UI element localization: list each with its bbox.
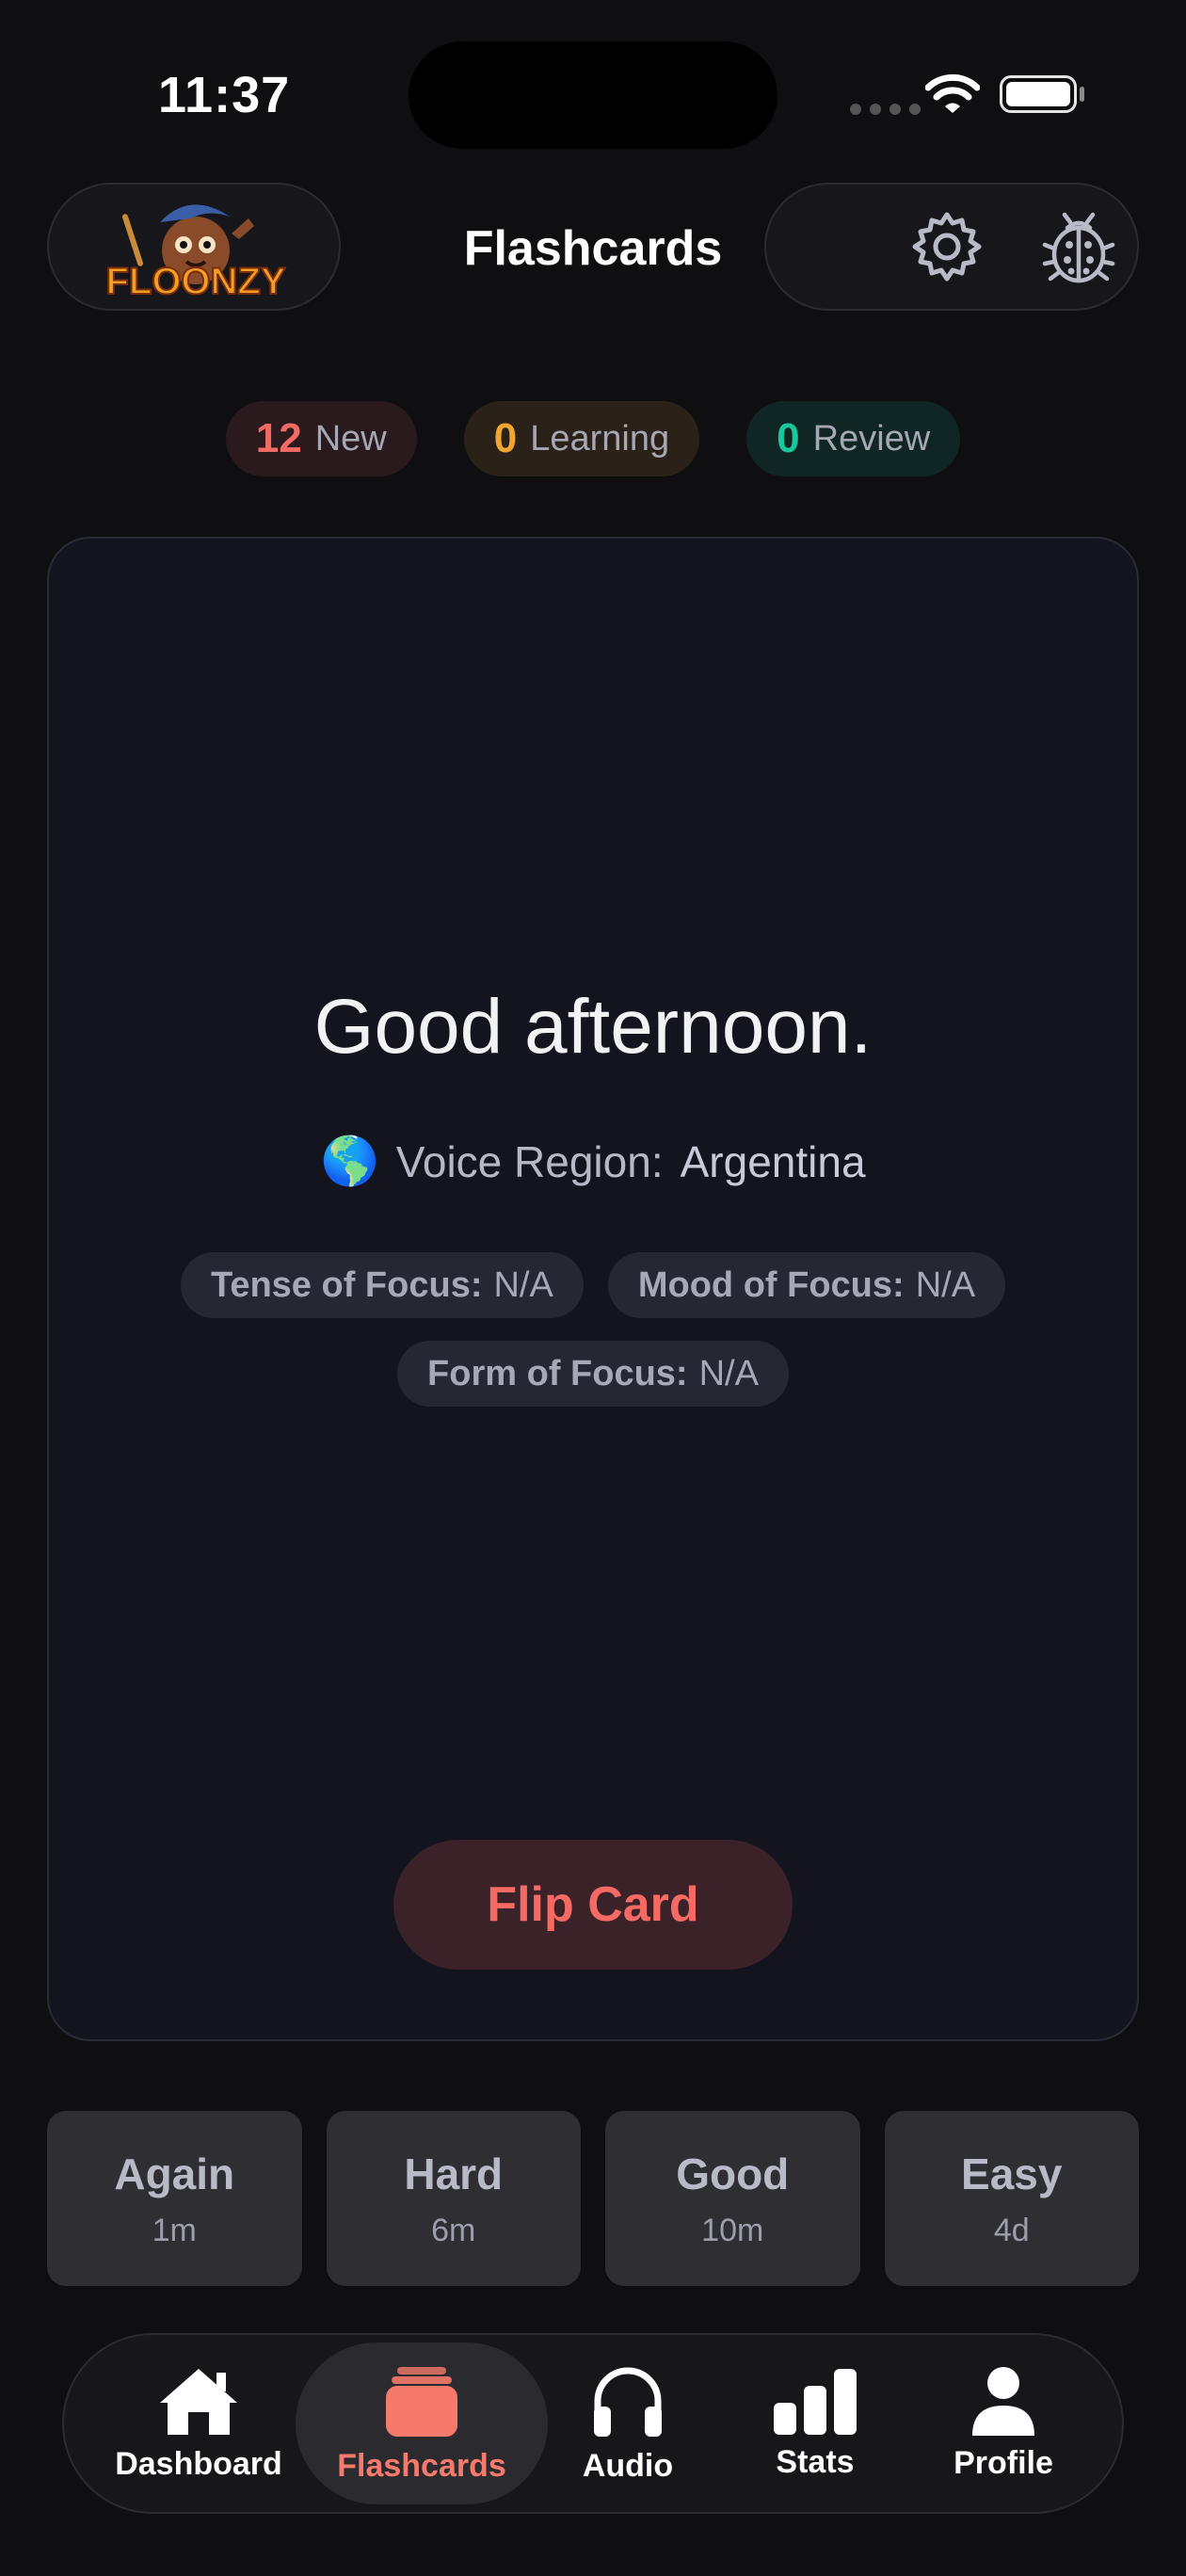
cards-icon bbox=[386, 2366, 457, 2437]
voice-region-value: Argentina bbox=[680, 1136, 866, 1186]
headphones-icon bbox=[594, 2367, 662, 2437]
easy-interval: 4d bbox=[993, 2212, 1030, 2248]
tab-flashcards-label: Flashcards bbox=[337, 2447, 506, 2484]
bar-chart-icon bbox=[774, 2368, 857, 2435]
tab-profile[interactable]: Profile bbox=[939, 2343, 1067, 2504]
focus-tags-row-2: Form of Focus: N/A bbox=[0, 1341, 1186, 1407]
report-bug-button[interactable] bbox=[1039, 207, 1118, 291]
tab-audio[interactable]: Audio bbox=[565, 2343, 691, 2504]
learning-count-badge: 0 Learning bbox=[463, 401, 700, 476]
hard-label: Hard bbox=[404, 2149, 504, 2198]
status-time: 11:37 bbox=[158, 67, 291, 123]
learning-count-label: Learning bbox=[530, 418, 670, 459]
wifi-icon bbox=[924, 73, 981, 120]
card-prompt: Good afternoon. bbox=[313, 984, 873, 1070]
gear-icon bbox=[912, 212, 982, 282]
flip-card-button[interactable]: Flip Card bbox=[393, 1840, 793, 1970]
tab-dashboard-label: Dashboard bbox=[115, 2445, 282, 2482]
voice-region[interactable]: 🌎 Voice Region: Argentina bbox=[0, 1134, 1186, 1189]
review-count-badge: 0 Review bbox=[746, 401, 961, 476]
tense-of-focus-value: N/A bbox=[493, 1264, 553, 1305]
grade-buttons: Again 1m Hard 6m Good 10m Easy 4d bbox=[47, 2111, 1139, 2286]
cellular-signal-icon bbox=[850, 104, 921, 115]
new-count-badge: 12 New bbox=[225, 401, 417, 476]
tab-flashcards[interactable]: Flashcards bbox=[296, 2343, 548, 2504]
battery-icon bbox=[1000, 75, 1077, 113]
good-interval: 10m bbox=[701, 2212, 764, 2248]
new-count-value: 12 bbox=[255, 415, 302, 461]
tab-dashboard[interactable]: Dashboard bbox=[111, 2343, 286, 2504]
good-button[interactable]: Good 10m bbox=[605, 2111, 860, 2286]
settings-button[interactable] bbox=[909, 209, 985, 289]
easy-label: Easy bbox=[961, 2149, 1063, 2198]
tab-stats-label: Stats bbox=[776, 2443, 855, 2480]
easy-button[interactable]: Easy 4d bbox=[884, 2111, 1139, 2286]
voice-region-label: Voice Region: bbox=[395, 1136, 664, 1186]
again-interval: 1m bbox=[152, 2212, 197, 2248]
new-count-label: New bbox=[314, 418, 387, 459]
hard-interval: 6m bbox=[431, 2212, 476, 2248]
again-button[interactable]: Again 1m bbox=[47, 2111, 302, 2286]
tense-of-focus-tag: Tense of Focus: N/A bbox=[180, 1252, 584, 1318]
good-label: Good bbox=[676, 2149, 790, 2198]
tab-stats[interactable]: Stats bbox=[757, 2343, 873, 2504]
focus-tags-row-1: Tense of Focus: N/A Mood of Focus: N/A bbox=[0, 1252, 1186, 1318]
mood-of-focus-value: N/A bbox=[915, 1264, 976, 1305]
review-count-label: Review bbox=[812, 418, 931, 459]
learning-count-value: 0 bbox=[493, 415, 518, 461]
tab-profile-label: Profile bbox=[954, 2444, 1053, 2481]
form-of-focus-value: N/A bbox=[698, 1353, 759, 1393]
home-icon bbox=[160, 2368, 237, 2435]
mood-of-focus-label: Mood of Focus: bbox=[637, 1264, 905, 1305]
ladybug-icon bbox=[1042, 212, 1115, 283]
mood-of-focus-tag: Mood of Focus: N/A bbox=[607, 1252, 1006, 1318]
battery-tip bbox=[1080, 87, 1084, 102]
globe-icon: 🌎 bbox=[320, 1135, 379, 1187]
again-label: Again bbox=[114, 2149, 235, 2198]
review-count-value: 0 bbox=[777, 415, 800, 461]
hard-button[interactable]: Hard 6m bbox=[326, 2111, 581, 2286]
form-of-focus-label: Form of Focus: bbox=[427, 1353, 688, 1393]
tense-of-focus-label: Tense of Focus: bbox=[210, 1264, 483, 1305]
queue-counters: 12 New 0 Learning 0 Review bbox=[0, 401, 1186, 476]
form-of-focus-tag: Form of Focus: N/A bbox=[397, 1341, 789, 1407]
header-actions bbox=[764, 183, 1139, 311]
person-icon bbox=[972, 2366, 1034, 2436]
dynamic-island bbox=[409, 41, 777, 149]
tab-audio-label: Audio bbox=[582, 2447, 674, 2484]
